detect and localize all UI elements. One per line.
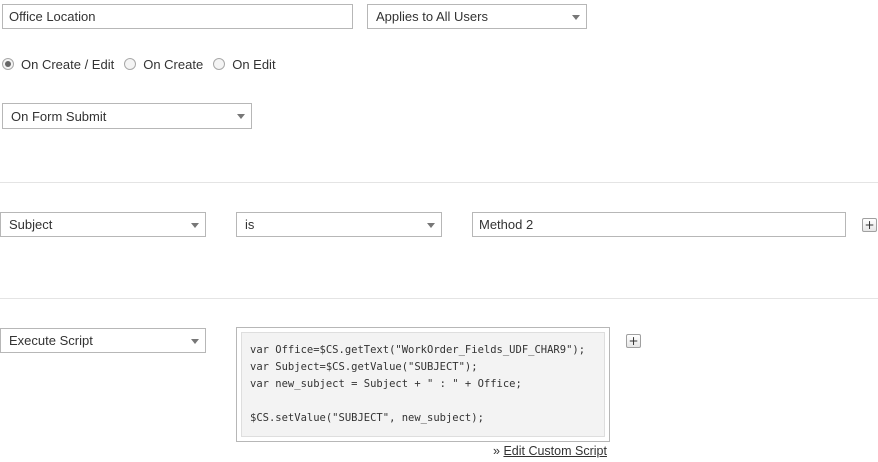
chevron-down-icon <box>191 339 199 344</box>
edit-custom-script-link[interactable]: Edit Custom Script <box>503 444 607 458</box>
radio-label: On Create / Edit <box>21 56 115 72</box>
applies-to-value: Applies to All Users <box>376 9 488 24</box>
script-editor[interactable]: var Office=$CS.getText("WorkOrder_Fields… <box>236 327 610 442</box>
trigger-mode-group: On Create / Edit On Create On Edit <box>2 55 286 73</box>
condition-operator-select[interactable]: is <box>236 212 442 237</box>
condition-operator-value: is <box>245 217 255 232</box>
radio-icon <box>213 58 226 70</box>
field-name-input[interactable]: Office Location <box>2 4 353 29</box>
action-type-value: Execute Script <box>9 333 93 348</box>
add-condition-button[interactable]: + <box>862 218 877 232</box>
radio-label: On Edit <box>232 56 276 72</box>
radio-icon <box>2 58 14 70</box>
condition-value-text: Method 2 <box>479 217 534 232</box>
radio-icon <box>124 58 137 70</box>
plus-icon: + <box>628 334 639 348</box>
radio-on-create-edit[interactable]: On Create / Edit <box>2 57 114 72</box>
script-code: var Office=$CS.getText("WorkOrder_Fields… <box>241 332 605 437</box>
edit-script-link-wrap: » Edit Custom Script <box>493 444 607 458</box>
action-type-select[interactable]: Execute Script <box>0 328 206 353</box>
section-divider <box>0 182 878 183</box>
applies-to-select[interactable]: Applies to All Users <box>367 4 587 29</box>
chevron-down-icon <box>237 114 245 119</box>
radio-on-edit[interactable]: On Edit <box>213 56 276 72</box>
section-divider <box>0 298 878 299</box>
condition-field-value: Subject <box>9 217 53 232</box>
edit-link-prefix: » <box>493 444 504 458</box>
add-action-button[interactable]: + <box>626 334 641 348</box>
radio-on-create[interactable]: On Create <box>124 57 203 72</box>
event-select-value: On Form Submit <box>11 108 107 124</box>
field-name-value: Office Location <box>9 9 96 24</box>
condition-field-select[interactable]: Subject <box>0 212 206 237</box>
event-select[interactable]: On Form Submit <box>2 103 252 129</box>
chevron-down-icon <box>572 15 580 20</box>
chevron-down-icon <box>191 223 199 228</box>
condition-value-input[interactable]: Method 2 <box>472 212 846 237</box>
chevron-down-icon <box>427 223 435 228</box>
plus-icon: + <box>864 218 875 232</box>
radio-label: On Create <box>143 56 204 72</box>
